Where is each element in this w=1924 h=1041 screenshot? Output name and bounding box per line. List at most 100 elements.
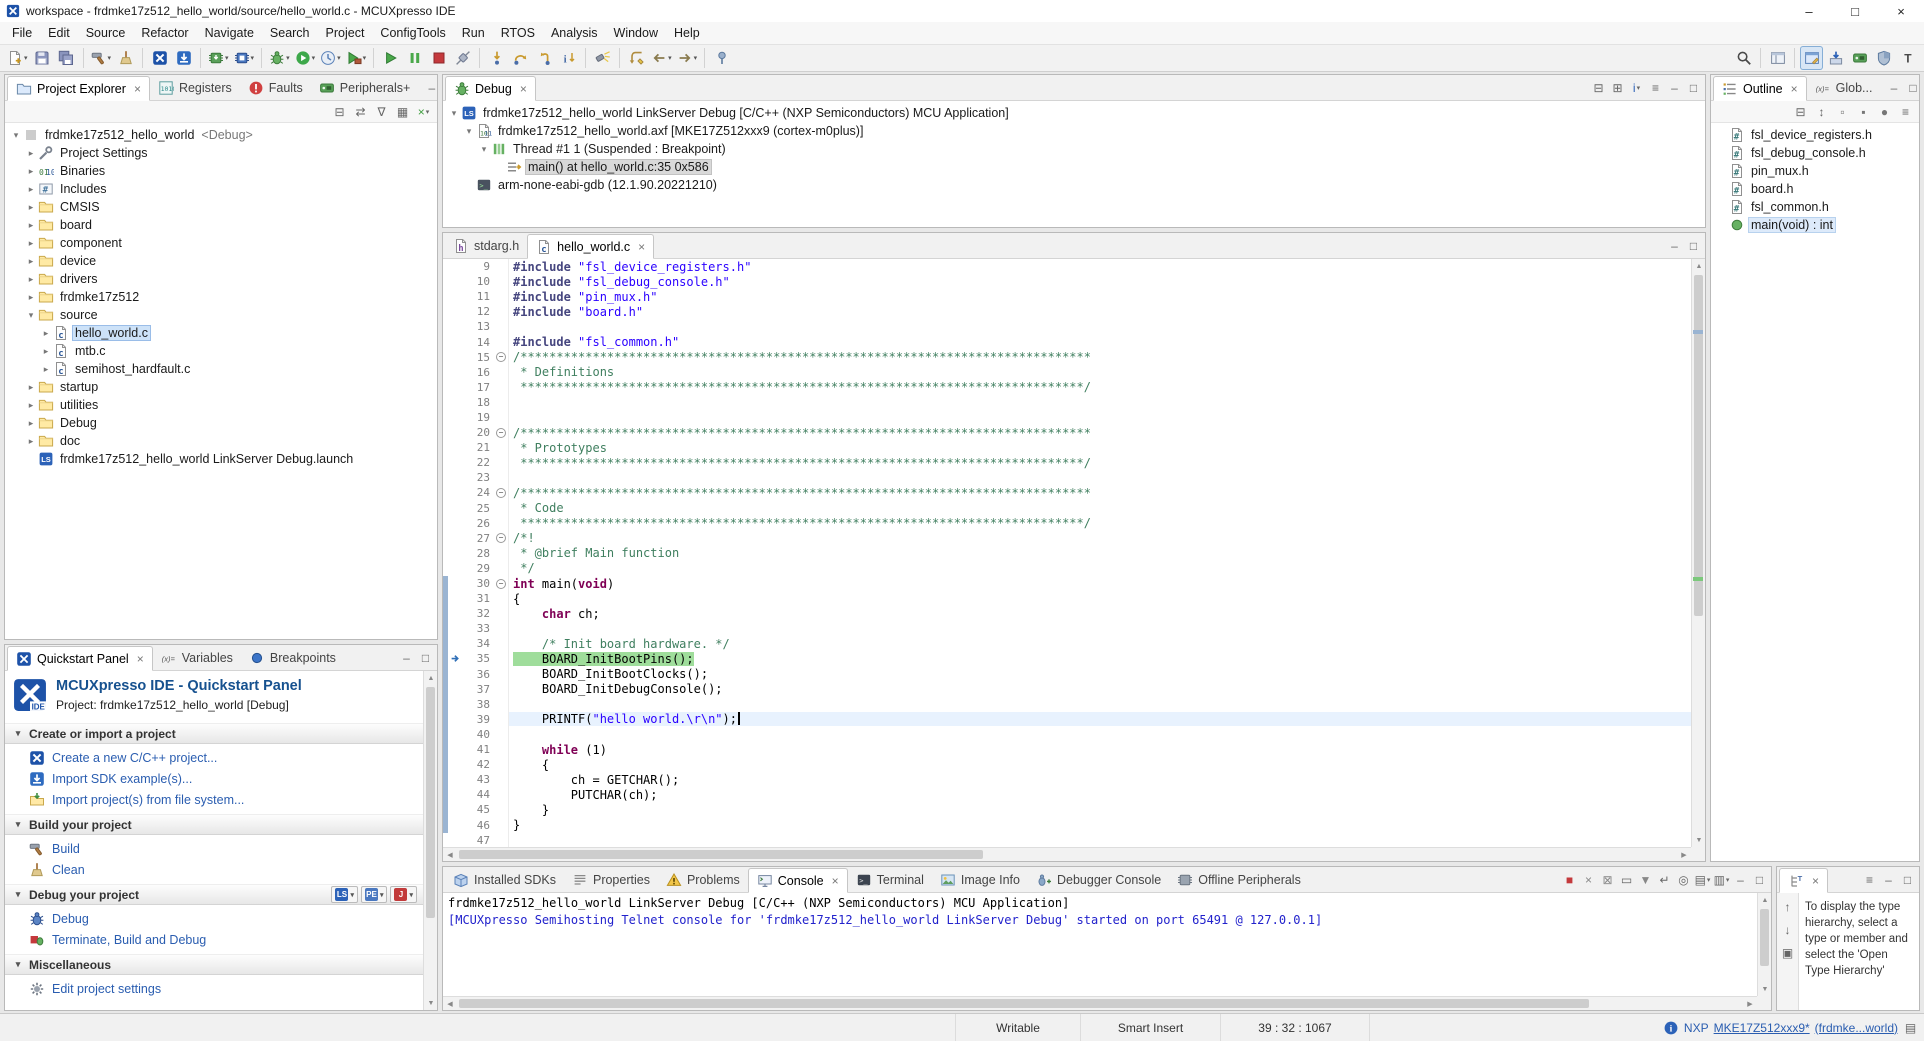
chevron-expanded-icon[interactable]: ▾ (9, 130, 23, 141)
breakpoint-gutter[interactable] (448, 591, 464, 606)
breakpoint-gutter[interactable] (448, 772, 464, 787)
console-horizontal-scrollbar[interactable]: ◀▶ (443, 996, 1757, 1010)
close-window-button[interactable]: × (1878, 0, 1924, 22)
chevron-collapsed-icon[interactable]: ▸ (24, 400, 38, 411)
breakpoint-gutter[interactable] (448, 485, 464, 500)
clean-button[interactable] (114, 46, 137, 70)
breakpoint-gutter[interactable] (448, 274, 464, 289)
project-tree-row[interactable]: ▸frdmke17z512 (5, 288, 437, 306)
breakpoint-gutter[interactable] (448, 410, 464, 425)
breakpoint-gutter[interactable] (448, 531, 464, 546)
code-editor[interactable]: 9#include "fsl_device_registers.h"10#inc… (443, 259, 1691, 847)
scroll-right-icon[interactable]: ▶ (1743, 997, 1757, 1010)
section-twistie-icon[interactable]: ▾ (13, 728, 23, 739)
scroll-up-icon[interactable]: ▲ (1692, 259, 1705, 273)
chevron-collapsed-icon[interactable]: ▸ (24, 220, 38, 231)
code-line[interactable]: 12#include "board.h" (443, 304, 1691, 319)
tab-properties[interactable]: Properties (564, 867, 658, 892)
debug-tree-row[interactable]: ▾LSfrdmke17z512_hello_world LinkServer D… (443, 104, 1705, 122)
breakpoint-gutter[interactable] (448, 304, 464, 319)
chevron-collapsed-icon[interactable]: ▸ (24, 292, 38, 303)
search-button[interactable] (591, 46, 614, 70)
project-tree-row[interactable]: ▸board (5, 216, 437, 234)
tab-installed-sdks[interactable]: Installed SDKs (445, 867, 564, 892)
develop-perspective-button[interactable] (1800, 46, 1823, 70)
quickstart-section-header[interactable]: ▾Build your project (5, 814, 423, 835)
clear-console-button[interactable]: ▭ (1617, 870, 1636, 889)
console-output[interactable]: frdmke17z512_hello_world LinkServer Debu… (448, 895, 1757, 996)
tab-debugger-console[interactable]: Debugger Console (1028, 867, 1169, 892)
breakpoint-gutter[interactable] (448, 833, 464, 847)
code-line[interactable]: 37 BOARD_InitDebugConsole(); (443, 682, 1691, 697)
tab-glob-[interactable]: (x)=Glob... (1807, 75, 1881, 100)
code-line[interactable]: 33 (443, 621, 1691, 636)
chevron-expanded-icon[interactable]: ▾ (477, 144, 491, 155)
scroll-down-icon[interactable]: ▼ (424, 996, 437, 1010)
view-menu-button[interactable]: ≡ (1860, 870, 1879, 889)
project-tree-row[interactable]: ▸cmtb.c (5, 342, 437, 360)
lock-view-button[interactable]: ▣ (1778, 943, 1797, 962)
breakpoint-gutter[interactable] (448, 727, 464, 742)
import-from-filesystem-link[interactable]: Import project(s) from file system... (13, 789, 423, 810)
breakpoint-gutter[interactable] (448, 697, 464, 712)
down-hierarchy-button[interactable]: ↓ (1778, 920, 1797, 939)
display-selected-console-button[interactable]: ▤▾ (1693, 870, 1712, 889)
up-hierarchy-button[interactable]: ↑ (1778, 897, 1797, 916)
table-grid-button[interactable]: ▦ (393, 102, 412, 121)
tab-problems[interactable]: Problems (658, 867, 748, 892)
clean-link[interactable]: Clean (13, 859, 423, 880)
breakpoint-gutter[interactable] (448, 621, 464, 636)
scrollbar-thumb[interactable] (459, 850, 983, 859)
code-line[interactable]: 34 /* Init board hardware. */ (443, 636, 1691, 651)
code-line[interactable]: 38 (443, 697, 1691, 712)
scrollbar-thumb[interactable] (1760, 909, 1769, 966)
breakpoint-gutter[interactable] (448, 334, 464, 349)
tab-outline[interactable]: Outline× (1713, 76, 1807, 101)
breakpoint-gutter[interactable] (448, 516, 464, 531)
tab-view[interactable]: T× (1779, 868, 1828, 893)
background-tasks-icon[interactable]: ▤ (1901, 1018, 1920, 1037)
tab-stdarg-h[interactable]: hstdarg.h (445, 233, 527, 258)
scroll-up-icon[interactable]: ▲ (1758, 893, 1771, 907)
chevron-collapsed-icon[interactable]: ▸ (24, 148, 38, 159)
last-edit-location-button[interactable] (625, 46, 648, 70)
debug-tree-row[interactable]: ▾1011frdmke17z512_hello_world.axf [MKE17… (443, 122, 1705, 140)
code-line[interactable]: 30−int main(void) (443, 576, 1691, 591)
chevron-collapsed-icon[interactable]: ▸ (39, 328, 53, 339)
collapse-all-button[interactable]: ⊟ (1589, 78, 1608, 97)
chevron-collapsed-icon[interactable]: ▸ (24, 418, 38, 429)
maximize-view-button[interactable]: □ (1898, 870, 1917, 889)
chevron-collapsed-icon[interactable]: ▸ (24, 238, 38, 249)
quickstart-scrollbar[interactable]: ▲▼ (423, 671, 437, 1010)
scroll-up-icon[interactable]: ▲ (424, 671, 437, 685)
project-tree-row[interactable]: ▸chello_world.c (5, 324, 437, 342)
profile-button[interactable]: ▾ (318, 46, 343, 70)
fold-marker-icon[interactable]: − (494, 425, 509, 440)
import-sdk-examples-link[interactable]: Import SDK example(s)... (13, 768, 423, 789)
menu-source[interactable]: Source (78, 24, 134, 42)
code-line[interactable]: 39 PRINTF("hello world.\r\n"); (443, 712, 1691, 727)
tab-faults[interactable]: Faults (240, 75, 311, 100)
breakpoint-gutter[interactable] (448, 470, 464, 485)
tab-hello-world-c[interactable]: chello_world.c× (527, 234, 654, 259)
code-line[interactable]: 16 * Definitions (443, 365, 1691, 380)
view-menu-button[interactable]: ≡ (1646, 78, 1665, 97)
chevron-collapsed-icon[interactable]: ▸ (39, 346, 53, 357)
code-line[interactable]: 42 { (443, 757, 1691, 772)
breakpoint-gutter[interactable] (448, 259, 464, 274)
minimize-view-button[interactable]: – (1884, 78, 1903, 97)
step-into-button[interactable] (485, 46, 508, 70)
code-line[interactable]: 47 (443, 833, 1691, 847)
resume-button[interactable] (379, 46, 402, 70)
tab-image-info[interactable]: Image Info (932, 867, 1028, 892)
device-part-link[interactable]: MKE17Z512xxx9* (1714, 1021, 1810, 1035)
code-line[interactable]: 44 PUTCHAR(ch); (443, 787, 1691, 802)
fold-marker-icon[interactable]: − (494, 485, 509, 500)
code-line[interactable]: 20−/************************************… (443, 425, 1691, 440)
code-line[interactable]: 31{ (443, 591, 1691, 606)
code-line[interactable]: 19 (443, 410, 1691, 425)
code-line[interactable]: 18 (443, 395, 1691, 410)
open-perspective-button[interactable] (1766, 46, 1789, 70)
tab-variables[interactable]: (x)=Variables (153, 645, 241, 670)
code-line[interactable]: 10#include "fsl_debug_console.h" (443, 274, 1691, 289)
